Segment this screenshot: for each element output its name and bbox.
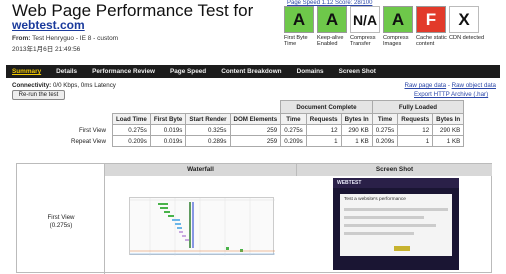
tab-details[interactable]: Details: [50, 68, 86, 75]
grade-cdn[interactable]: X CDN detected: [449, 6, 484, 48]
first-view-time: (0.275s): [49, 222, 73, 229]
table-row: Repeat View 0.209s 0.019s 0.289s 259 0.2…: [68, 135, 465, 147]
from-value: Test Henryguo - IE 8 - custom: [32, 35, 119, 42]
screenshot-thumbnail[interactable]: WEBTEST Test a website's performance: [333, 178, 459, 270]
raw-links: Raw page data - Raw object data: [388, 82, 497, 89]
connectivity-value: 0/0 Kbps, 0ms Latency: [52, 82, 116, 89]
col-start-render: Start Render: [185, 113, 231, 125]
grades: A First Byte Time A Keep-alive Enabled N…: [284, 6, 484, 48]
page-title: Web Page Performance Test for: [12, 1, 254, 20]
screenshot-field: [344, 224, 436, 227]
grade-letter: F: [416, 6, 446, 33]
screenshot-header: Screen Shot: [297, 164, 492, 176]
table-cell: 1 KB: [340, 135, 373, 147]
grade-label: Cache static content: [416, 35, 447, 48]
table-cell: 0.275s: [111, 124, 151, 136]
tab-page-speed[interactable]: Page Speed: [164, 68, 215, 75]
screenshot-button: [394, 246, 410, 251]
blank-row-header: [68, 114, 112, 125]
table-cell: 1 KB: [432, 135, 465, 147]
table-cell: 0.209s: [371, 135, 399, 147]
results-table: Document Complete Fully Loaded Load Time…: [68, 100, 465, 147]
tab-domains[interactable]: Domains: [291, 68, 333, 75]
waterfall-graphic: [130, 198, 275, 256]
grade-letter: A: [284, 6, 314, 33]
screenshot-field: [344, 232, 414, 235]
table-cell: 0.019s: [149, 135, 187, 147]
first-view-label: First View: [47, 214, 75, 221]
raw-page-data-link[interactable]: Raw page data: [405, 82, 447, 89]
grade-compress-transfer[interactable]: N/A Compress Transfer: [350, 6, 380, 48]
table-cell: 0.019s: [149, 124, 187, 136]
waterfall-header: Waterfall: [105, 164, 297, 176]
table-cell: 0.275s: [280, 124, 307, 136]
grade-cache-static[interactable]: F Cache static content: [416, 6, 447, 48]
table-cell: 0.325s: [185, 124, 231, 136]
tab-summary[interactable]: Summary: [6, 68, 50, 75]
table-cell: 12: [397, 124, 434, 136]
screenshot-heading: Test a website's performance: [344, 197, 406, 202]
test-from: From: Test Henryguo - IE 8 - custom: [12, 35, 118, 42]
gallery: First View (0.275s) Waterfall Screen Sho…: [16, 163, 492, 274]
screenshot-field: [344, 216, 424, 219]
grade-label: First Byte Time: [284, 35, 308, 48]
col-fl-requests: Requests: [397, 113, 434, 125]
table-row: First View 0.275s 0.019s 0.325s 259 0.27…: [68, 124, 465, 136]
col-dom-elements: DOM Elements: [229, 113, 282, 125]
screenshot-logo: WEBTEST: [337, 180, 362, 186]
table-cell: 1: [305, 135, 342, 147]
table-cell: 259: [229, 124, 282, 136]
blank-corner: [68, 101, 112, 114]
table-cell: 0.209s: [111, 135, 151, 147]
nav-bar: Summary Details Performance Review Page …: [6, 65, 500, 78]
waterfall-thumbnail[interactable]: [129, 197, 275, 256]
grade-letter: A: [383, 6, 413, 33]
export-har-link[interactable]: Export HTTP Archive (.har): [414, 91, 488, 98]
grade-keep-alive[interactable]: A Keep-alive Enabled: [317, 6, 347, 48]
grade-label: Compress Images: [383, 35, 409, 48]
screenshot-field: [344, 208, 448, 211]
tab-screen-shot[interactable]: Screen Shot: [333, 68, 385, 75]
table-cell: 290 KB: [432, 124, 465, 136]
tested-url-link[interactable]: webtest.com: [12, 18, 85, 32]
table-cell: 290 KB: [340, 124, 373, 136]
grade-label: CDN detected: [449, 35, 485, 41]
tab-performance-review[interactable]: Performance Review: [86, 68, 164, 75]
grade-letter: N/A: [350, 6, 380, 33]
grade-compress-images[interactable]: A Compress Images: [383, 6, 413, 48]
col-fl-time: Time: [371, 113, 399, 125]
col-dc-time: Time: [280, 113, 307, 125]
connectivity-label: Connectivity:: [12, 82, 52, 89]
connectivity: Connectivity: 0/0 Kbps, 0ms Latency: [12, 82, 116, 89]
group-fully-loaded: Fully Loaded: [371, 100, 465, 114]
tab-content-breakdown[interactable]: Content Breakdown: [215, 68, 290, 75]
screenshot-panel: Test a website's performance: [340, 194, 452, 256]
col-dc-requests: Requests: [305, 113, 342, 125]
table-cell: 0.289s: [185, 135, 231, 147]
table-cell: 1: [397, 135, 434, 147]
row-label: Repeat View: [71, 137, 106, 145]
grade-letter: X: [449, 6, 479, 33]
grade-label: Compress Transfer: [350, 35, 376, 48]
grade-letter: A: [317, 6, 347, 33]
grade-label: Keep-alive Enabled: [317, 35, 344, 48]
col-fl-bytes: Bytes In: [432, 113, 465, 125]
col-first-byte: First Byte: [149, 113, 187, 125]
blank-header: [112, 101, 280, 114]
test-date: 2013年1月6日 21:49:56: [12, 46, 81, 53]
row-label: First View: [78, 126, 106, 134]
table-cell: 259: [229, 135, 282, 147]
col-dc-bytes: Bytes In: [340, 113, 373, 125]
table-cell: 0.209s: [280, 135, 307, 147]
table-cell: 12: [305, 124, 342, 136]
raw-object-data-link[interactable]: Raw object data: [452, 82, 496, 89]
gallery-row-header: First View (0.275s): [17, 164, 105, 274]
rerun-button[interactable]: Re-run the test: [12, 90, 65, 100]
table-cell: 0.275s: [371, 124, 399, 136]
col-load-time: Load Time: [111, 113, 151, 125]
group-document-complete: Document Complete: [280, 100, 373, 114]
from-label: From:: [12, 35, 31, 42]
grade-first-byte[interactable]: A First Byte Time: [284, 6, 314, 48]
